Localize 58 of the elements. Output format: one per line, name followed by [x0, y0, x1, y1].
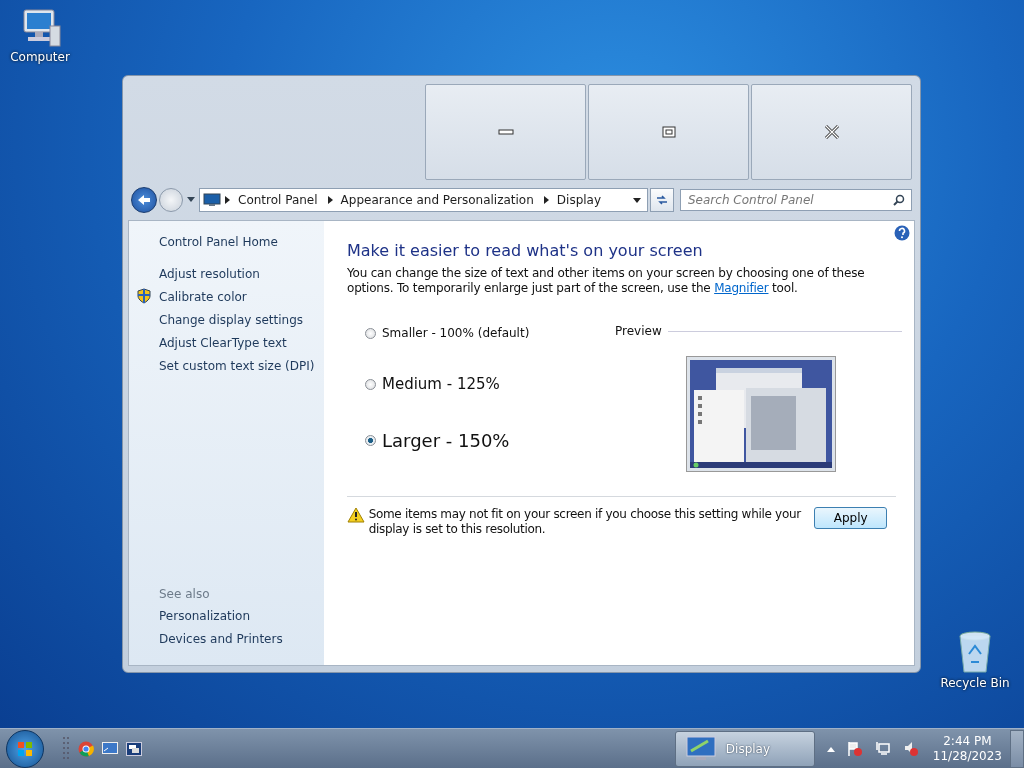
clock-time[interactable]: 2:44 PM [943, 733, 992, 749]
sidebar-link[interactable]: Personalization [159, 608, 250, 623]
desktop-icon-label[interactable]: Computer [10, 50, 70, 64]
chevron-icon[interactable] [327, 196, 333, 204]
option-label[interactable]: Medium - 125% [382, 375, 500, 393]
search-icon[interactable] [893, 194, 905, 206]
magnifier-link[interactable]: Magnifier [714, 281, 769, 295]
sidebar-link[interactable]: Adjust resolution [159, 266, 260, 281]
desktop-icon[interactable] [102, 741, 118, 756]
see-also-heading: See also [159, 587, 211, 601]
preview-label: Preview [615, 324, 662, 338]
intro-paragraph: You can change the size of text and other items on your screen by choosing one of these options. To temporarily enlarge just part of the screen, use the Magnifier tool. [347, 266, 866, 296]
clock-date[interactable]: 11/28/2023 [932, 748, 1002, 764]
start-button[interactable] [6, 729, 44, 768]
chevron-icon[interactable] [543, 196, 549, 204]
browser-icon[interactable] [78, 740, 94, 757]
back-arrow-icon [137, 194, 151, 206]
refresh-arrows-icon [655, 194, 669, 206]
show-hidden-icons-icon[interactable] [826, 745, 835, 752]
back-button[interactable] [131, 187, 157, 213]
help-icon[interactable] [894, 225, 910, 241]
sidebar-link[interactable]: Devices and Printers [159, 631, 283, 646]
search-field[interactable]: Search Control Panel [680, 189, 912, 211]
sidebar-link[interactable]: Calibrate color [159, 289, 247, 304]
radio-button[interactable] [365, 434, 376, 446]
muted-speaker-icon[interactable] [902, 740, 919, 757]
windows-logo-icon [17, 740, 33, 757]
sidebar-link[interactable]: Control Panel Home [159, 235, 324, 249]
sidebar-link[interactable]: Change display settings [159, 312, 304, 327]
close-icon [823, 124, 840, 140]
caret-icon[interactable] [633, 197, 641, 203]
monitor-icon [203, 193, 221, 207]
sidebar-link[interactable]: Adjust ClearType text [159, 335, 287, 350]
show-desktop-button[interactable] [1010, 729, 1024, 768]
recycle-bin-icon [957, 630, 993, 674]
address-bar[interactable]: Control Panel Appearance and Personalization Display [199, 188, 648, 212]
desktop-icon-label[interactable]: Recycle Bin [940, 676, 1010, 690]
warning-icon [347, 507, 365, 523]
breadcrumb[interactable]: Control Panel [238, 193, 318, 207]
windows-icon[interactable] [126, 741, 142, 756]
page-title: Make it easier to read what's on your screen [347, 241, 704, 260]
refresh-button[interactable] [650, 188, 674, 212]
apply-button[interactable]: Apply [814, 507, 887, 529]
warning-text: Some items may not fit on your screen if you choose this setting while your display is set to this resolution. [368, 507, 803, 537]
option-label[interactable]: Larger - 150% [382, 429, 510, 451]
flag-icon[interactable] [846, 740, 863, 757]
dropdown-caret-icon[interactable] [187, 197, 195, 203]
radio-button[interactable] [365, 378, 376, 390]
sidebar-link[interactable]: Set custom text size (DPI) [159, 358, 315, 373]
option-label[interactable]: Smaller - 100% (default) [382, 326, 530, 340]
breadcrumb[interactable]: Display [556, 193, 602, 207]
breadcrumb[interactable]: Appearance and Personalization [340, 193, 534, 207]
radio-button[interactable] [365, 327, 376, 339]
monitor-icon [685, 735, 716, 762]
maximize-icon [661, 126, 676, 138]
minimize-icon [497, 128, 514, 136]
network-icon[interactable] [874, 740, 891, 757]
chevron-icon[interactable] [225, 196, 230, 204]
